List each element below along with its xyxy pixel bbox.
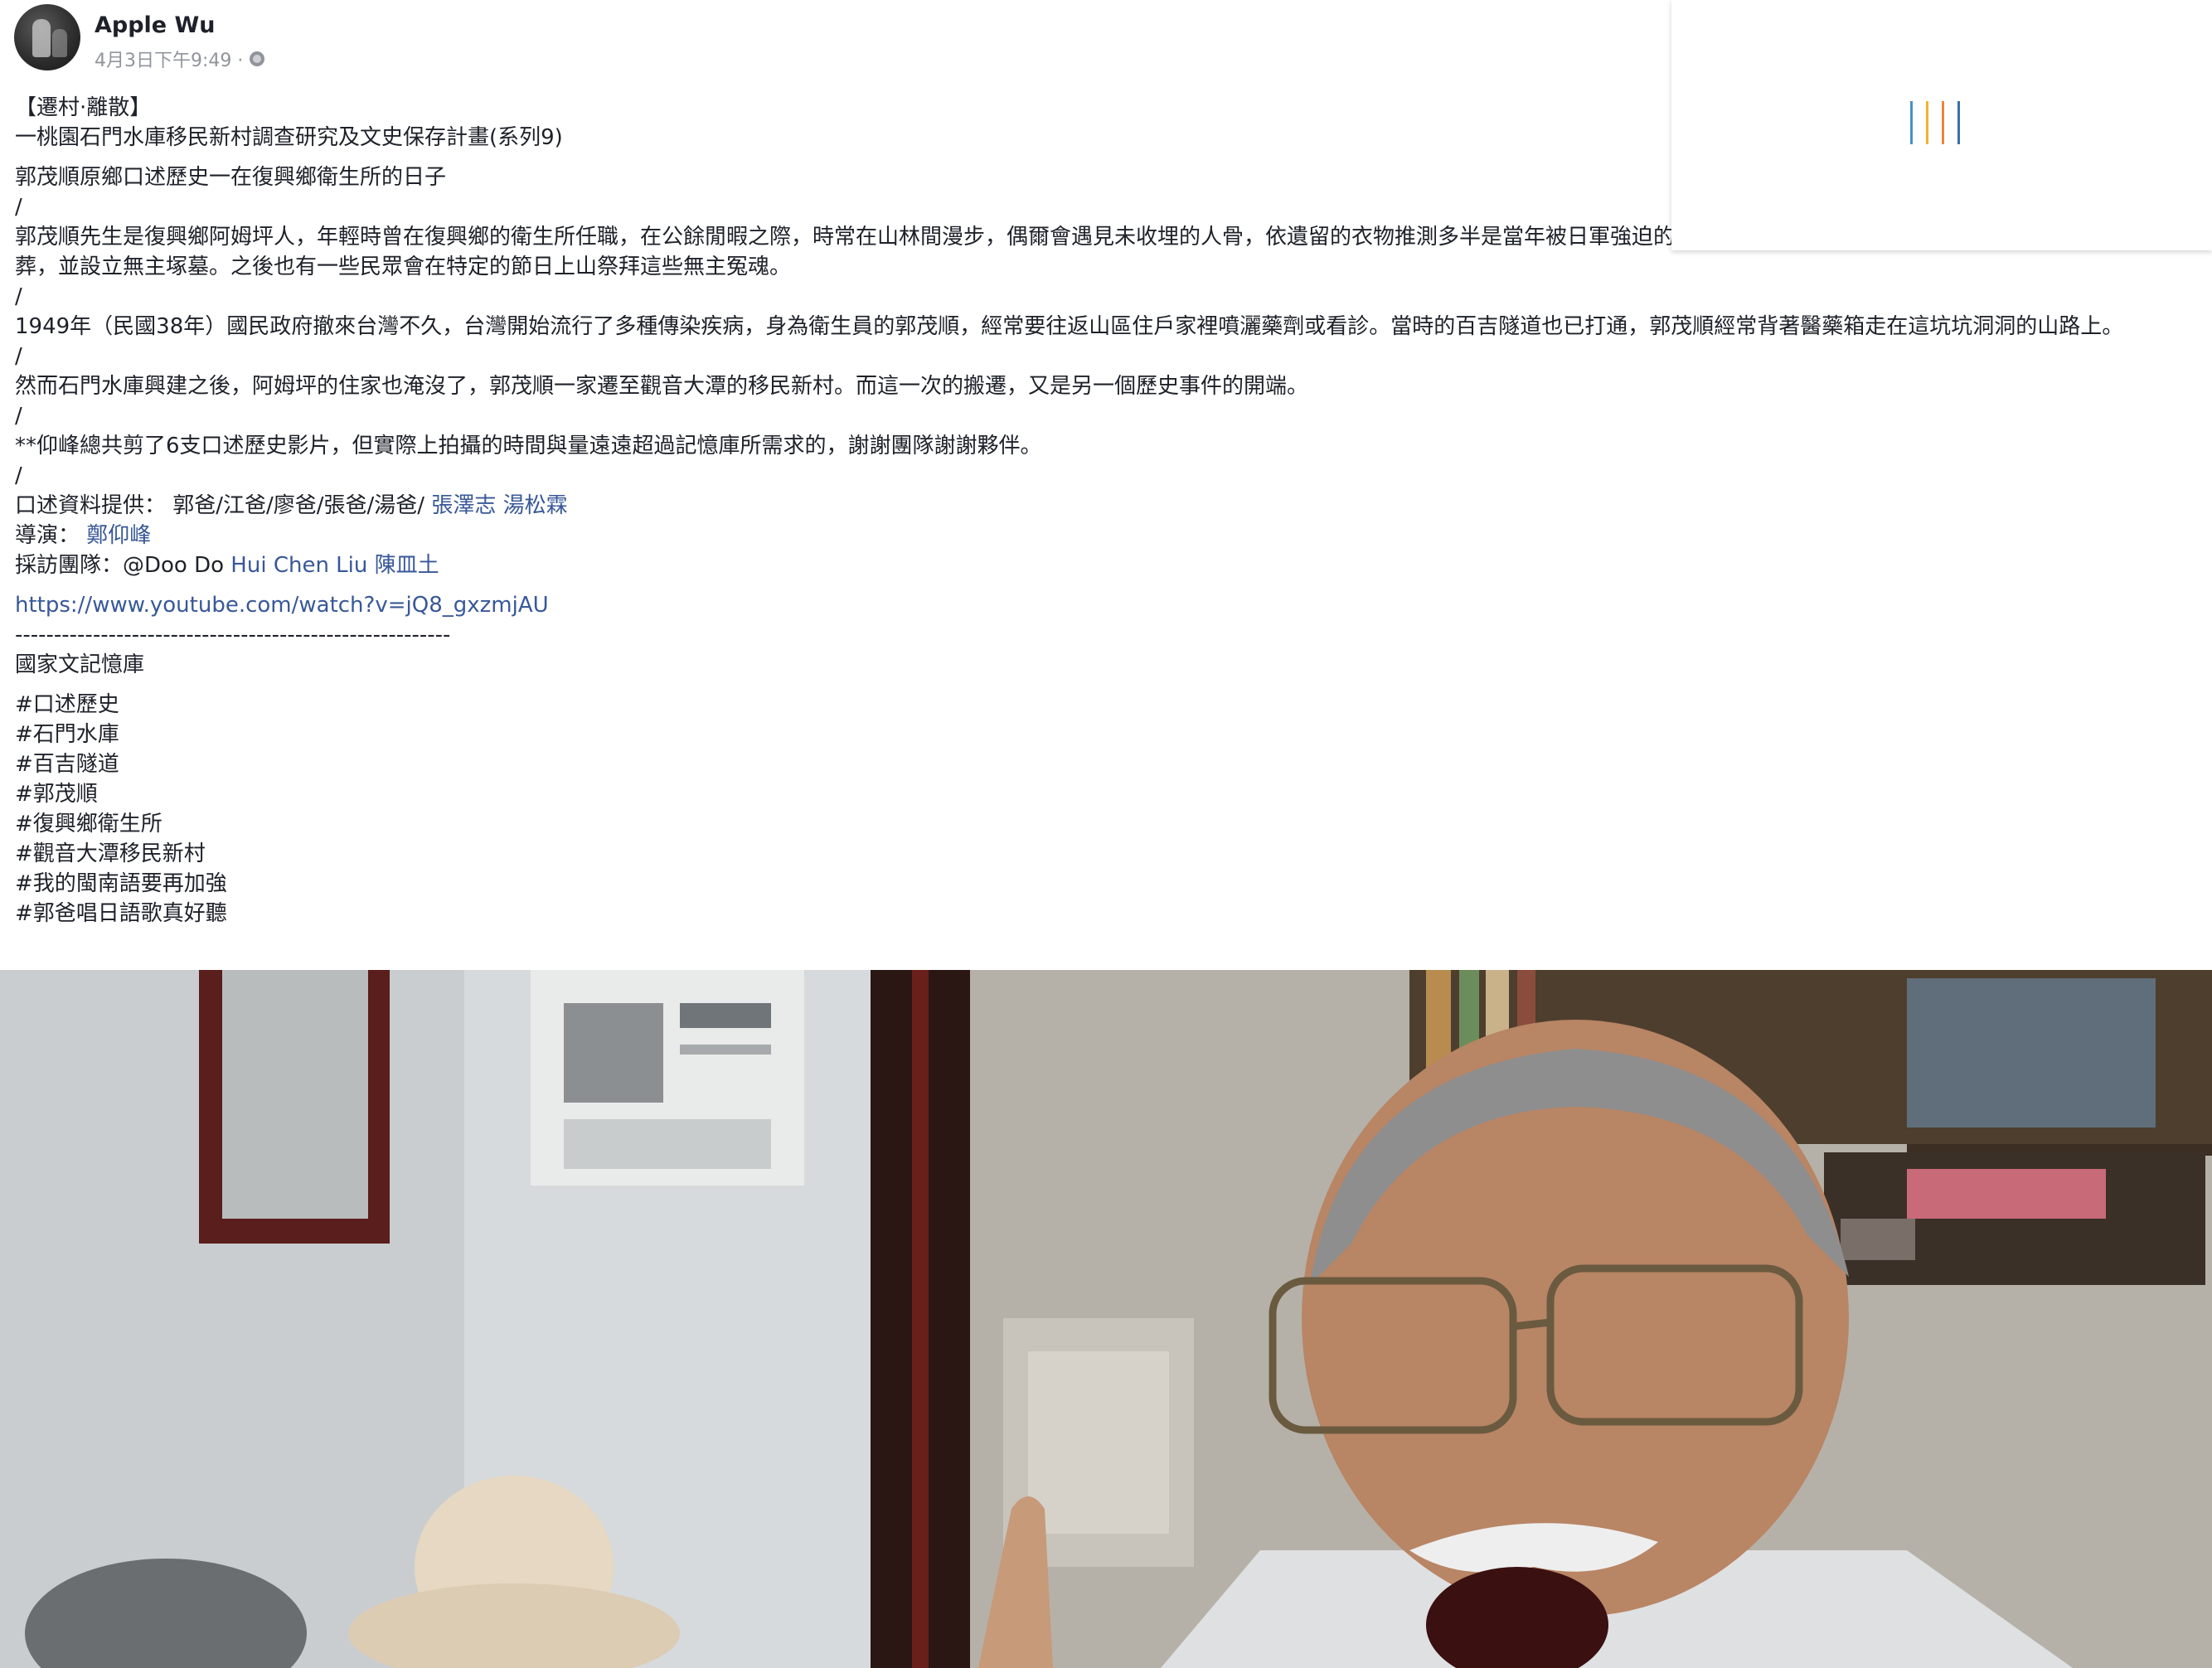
hashtag[interactable]: #石門水庫 (15, 720, 2204, 749)
paragraph: 1949年（民國38年）國民政府撤來台灣不久，台灣開始流行了多種傳染疾病，身為衛… (15, 314, 2124, 339)
post-timestamp[interactable]: 4月3日下午9:49 · (95, 46, 243, 72)
hashtag[interactable]: #觀音大潭移民新村 (15, 839, 2204, 869)
post-meta: 4月3日下午9:49 · (95, 46, 265, 72)
separator: / (15, 404, 22, 429)
hashtag[interactable]: #百吉隧道 (15, 749, 2204, 779)
avatar-figure (32, 19, 51, 57)
photo-illustration (0, 970, 2212, 1668)
credit-line: 口述資料提供： 郭爸/江爸/廖爸/張爸/湯爸/ 張澤志 湯松霖 (15, 491, 2204, 521)
loading-spinner-icon (1910, 101, 1972, 144)
loading-bar (1957, 101, 1960, 144)
org-name: 國家文記憶庫 (15, 652, 145, 677)
credit-label: 口述資料提供： 郭爸/江爸/廖爸/張爸/湯爸/ (15, 493, 432, 518)
loading-bar (1910, 101, 1913, 144)
separator: / (15, 284, 22, 309)
mention-link[interactable]: 陳皿土 (375, 553, 439, 578)
hashtag[interactable]: #郭茂順 (15, 779, 2204, 809)
avatar-figure-secondary (52, 29, 67, 57)
post-photo[interactable] (0, 970, 2212, 1668)
credit-label: 採訪團隊：@Doo Do (15, 553, 231, 578)
avatar[interactable] (14, 4, 80, 70)
paragraph: 然而石門水庫興建之後，阿姆坪的住家也淹沒了，郭茂順一家遷至觀音大潭的移民新村。而… (15, 374, 1309, 399)
credit-label: 導演： (15, 523, 87, 548)
credit-line: 採訪團隊：@Doo Do Hui Chen Liu 陳皿土 (15, 550, 2204, 580)
mention-link[interactable]: 湯松霖 (503, 493, 568, 518)
divider-text: ----------------------------------------… (15, 623, 451, 647)
mention-link[interactable]: Hui Chen Liu (230, 553, 367, 578)
globe-icon[interactable] (250, 51, 265, 66)
author-name[interactable]: Apple Wu (95, 12, 216, 38)
separator: / (15, 344, 22, 369)
mention-link[interactable]: 鄭仰峰 (86, 523, 151, 548)
loading-overlay (1671, 0, 2212, 250)
loading-bar (1926, 101, 1928, 144)
hashtag[interactable]: #郭爸唱日語歌真好聽 (15, 899, 2204, 929)
separator: / (15, 463, 22, 488)
credit-line: 導演： 鄭仰峰 (15, 521, 2204, 550)
hashtag[interactable]: #口述歷史 (15, 690, 2204, 720)
hashtag[interactable]: #我的閩南語要再加強 (15, 869, 2204, 899)
hashtag[interactable]: #復興鄉衛生所 (15, 809, 2204, 839)
paragraph: **仰峰總共剪了6支口述歷史影片，但實際上拍攝的時間與量遠遠超過記憶庫所需求的，… (15, 434, 1042, 458)
youtube-link[interactable]: https://www.youtube.com/watch?v=jQ8_gxzm… (15, 590, 2204, 620)
loading-bar (1942, 101, 1944, 144)
mention-link[interactable]: 張澤志 (431, 493, 496, 518)
